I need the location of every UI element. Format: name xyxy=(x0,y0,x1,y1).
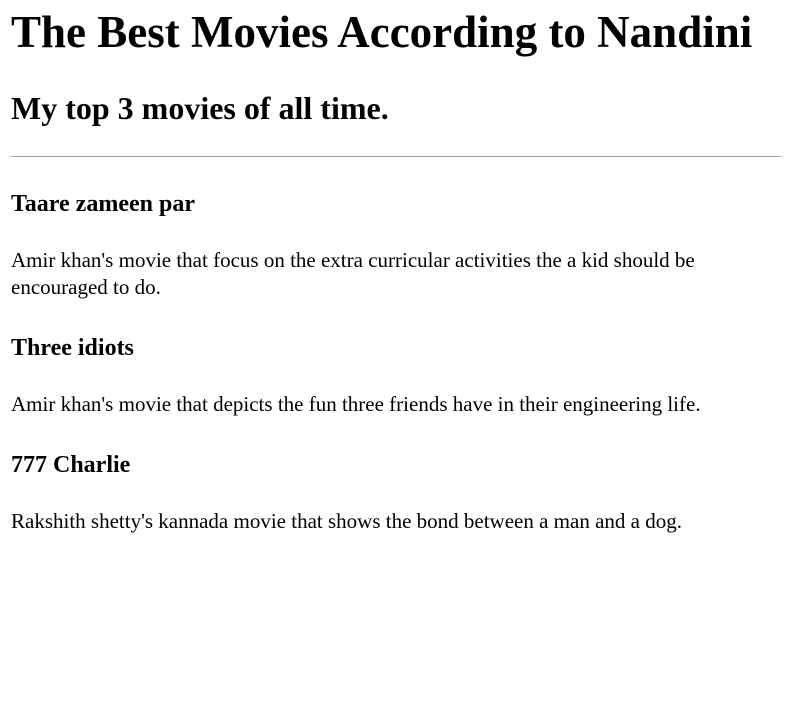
movie-title: Taare zameen par xyxy=(11,191,195,217)
page-subtitle: My top 3 movies of all time. xyxy=(11,90,389,126)
divider xyxy=(11,156,781,157)
movie-description: Rakshith shetty's kannada movie that sho… xyxy=(11,509,682,533)
movie-item: Three idiots Amir khan's movie that depi… xyxy=(11,334,781,418)
movie-item: Taare zameen par Amir khan's movie that … xyxy=(11,190,781,301)
movie-description: Amir khan's movie that depicts the fun t… xyxy=(11,392,701,416)
movie-item: 777 Charlie Rakshith shetty's kannada mo… xyxy=(11,451,781,535)
movie-description: Amir khan's movie that focus on the extr… xyxy=(11,248,695,299)
movie-title: Three idiots xyxy=(11,335,134,361)
page-title: The Best Movies According to Nandini xyxy=(11,7,753,57)
movie-title: 777 Charlie xyxy=(11,452,131,478)
